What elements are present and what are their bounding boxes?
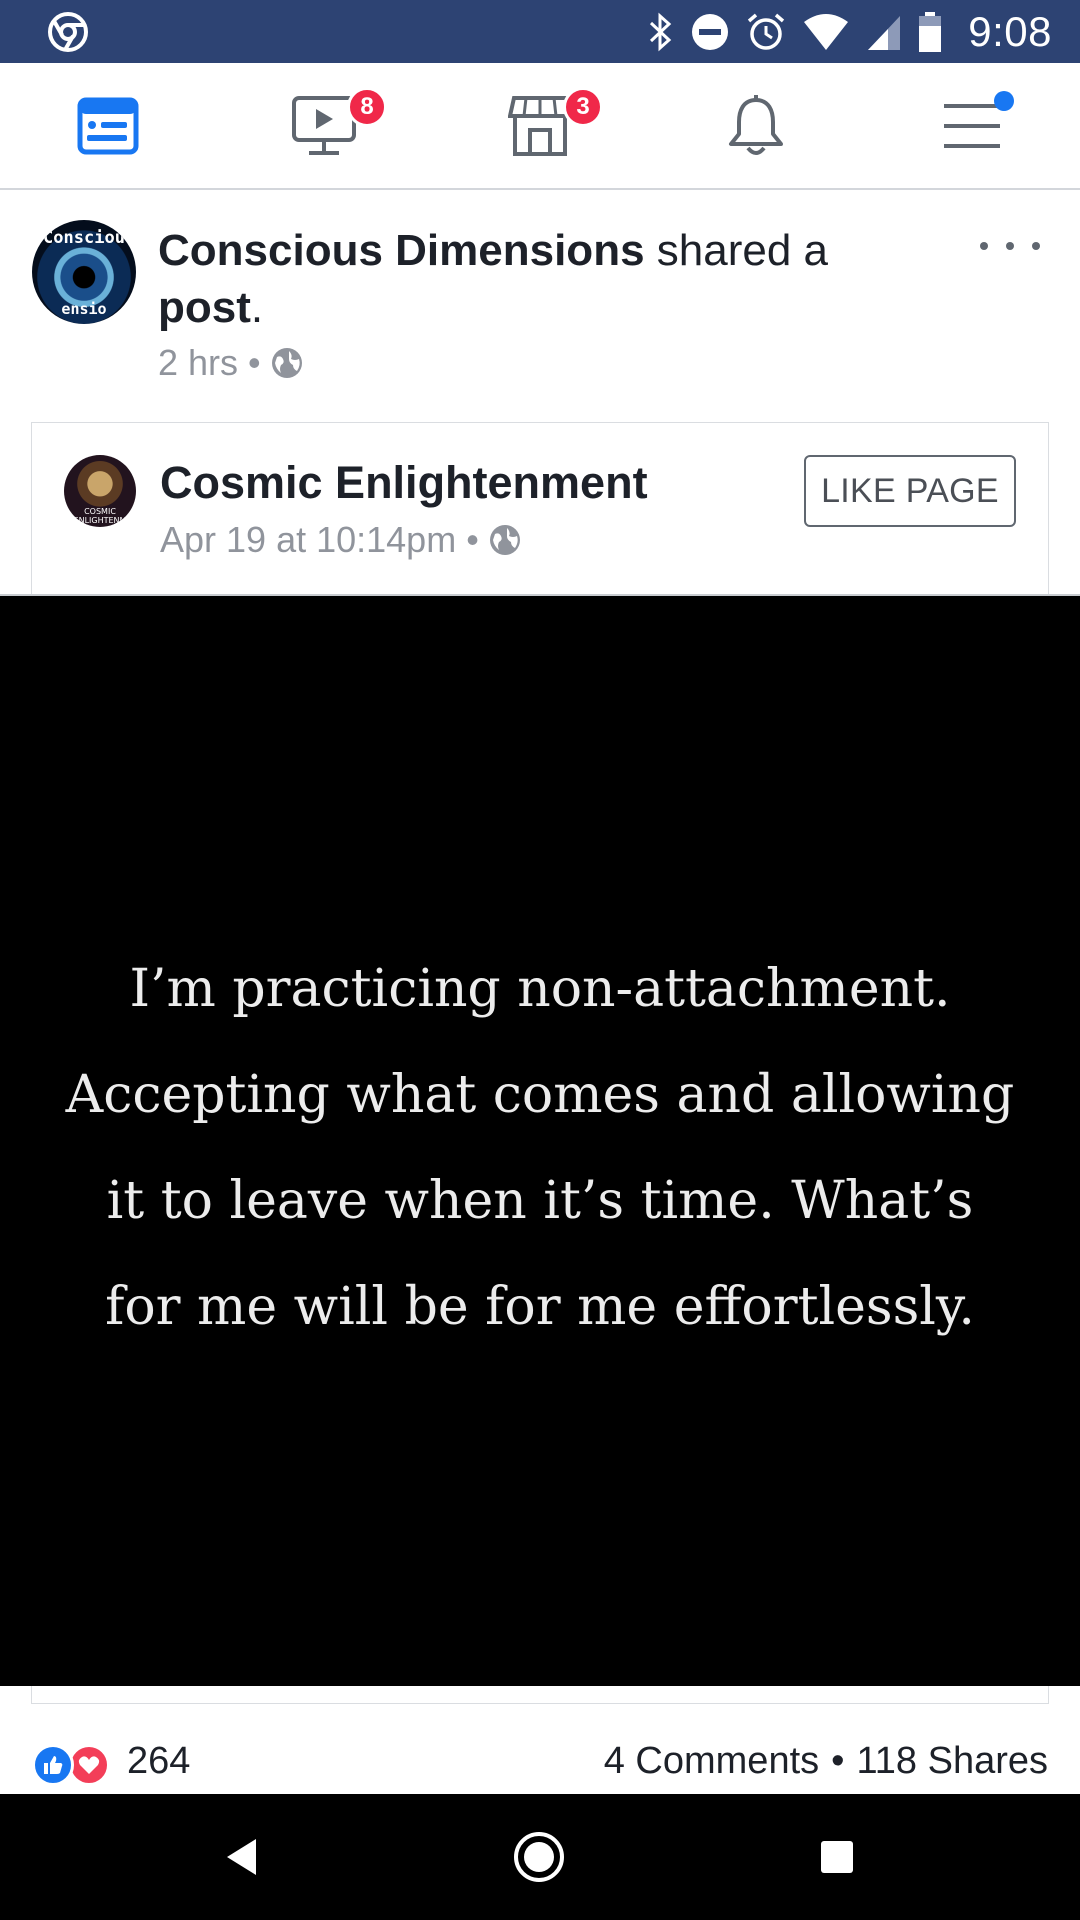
post-time[interactable]: 2 hrs [158, 342, 238, 384]
clock: 9:08 [968, 7, 1052, 55]
comments-count[interactable]: 4 Comments [604, 1740, 819, 1783]
status-bar: 9:08 [0, 0, 1080, 63]
page-name[interactable]: Cosmic Enlightenment [160, 457, 648, 509]
like-page-button[interactable]: LIKE PAGE [804, 455, 1016, 527]
shared-post-date[interactable]: Apr 19 at 10:14pm [160, 519, 456, 561]
meta-separator: • [466, 519, 479, 560]
post-title: Conscious Dimensions shared a post. [158, 222, 898, 336]
heart-icon [78, 1756, 100, 1774]
post-header: Consciou ensio Conscious Dimensions shar… [0, 192, 1080, 422]
quote-line: for me will be for me effortlessly. [105, 1277, 975, 1337]
more-dot-icon [980, 242, 988, 250]
post-punctuation: . [250, 283, 264, 332]
thumbs-up-icon [44, 1756, 63, 1774]
back-icon [227, 1839, 256, 1875]
quote-line: I’m practicing non-attachment. [129, 959, 951, 1019]
more-dot-icon [1032, 242, 1040, 250]
tab-watch[interactable]: 8 [216, 63, 432, 188]
reaction-count[interactable]: 264 [127, 1740, 190, 1783]
avatar[interactable]: Consciou ensio [32, 220, 136, 324]
shared-post-card: COSMIC ENLIGHTENM Cosmic Enlightenment A… [31, 422, 1049, 594]
menu-notification-dot [994, 91, 1014, 111]
page-avatar[interactable]: COSMIC ENLIGHTENM [64, 455, 136, 527]
watch-badge: 8 [347, 87, 387, 127]
news-feed-icon [77, 97, 139, 154]
shared-card-bottom [31, 1686, 1049, 1704]
reaction-icons[interactable] [32, 1744, 110, 1786]
tab-notifications[interactable] [648, 63, 864, 188]
page-avatar-text: COSMIC ENLIGHTENM [73, 507, 127, 525]
more-options-button[interactable] [980, 234, 1040, 258]
home-icon [514, 1832, 564, 1882]
post-author[interactable]: Conscious Dimensions [158, 226, 645, 275]
tab-news-feed[interactable] [0, 63, 216, 188]
quote-line: it to leave when it’s time. What’s [106, 1171, 974, 1231]
post-object-link[interactable]: post [158, 283, 251, 332]
tab-marketplace[interactable]: 3 [432, 63, 648, 188]
post-meta: 2 hrs • [158, 342, 303, 384]
shared-post-meta: Apr 19 at 10:14pm • [160, 519, 521, 561]
chrome-icon [48, 12, 88, 52]
quote-text: I’m practicing non-attachment. Accepting… [20, 936, 1060, 1360]
post-image[interactable]: I’m practicing non-attachment. Accepting… [0, 594, 1080, 1686]
reactions-bar: 264 4 Comments • 118 Shares [0, 1704, 1080, 1794]
more-dot-icon [1006, 242, 1014, 250]
marketplace-badge: 3 [563, 87, 603, 127]
avatar-text: Consciou [43, 228, 125, 248]
bell-icon [729, 94, 783, 155]
recents-button[interactable] [804, 1824, 870, 1890]
love-reaction-icon [68, 1744, 110, 1786]
bluetooth-icon [650, 12, 672, 51]
wifi-icon [804, 13, 849, 50]
do-not-disturb-icon [692, 13, 729, 50]
stats-separator: • [831, 1740, 845, 1782]
hamburger-menu-icon [944, 103, 1000, 148]
avatar-text: ensio [61, 300, 107, 318]
back-button[interactable] [208, 1824, 274, 1890]
like-reaction-icon [32, 1744, 74, 1786]
post-action-text: shared a [644, 226, 829, 275]
system-navigation-bar [0, 1794, 1080, 1920]
signal-icon [868, 15, 901, 50]
tab-menu[interactable] [864, 63, 1080, 188]
shares-count[interactable]: 118 Shares [856, 1740, 1048, 1783]
recents-icon [821, 1841, 853, 1873]
engagement-stats: 4 Comments • 118 Shares [604, 1740, 1048, 1783]
meta-separator: • [248, 342, 261, 383]
alarm-icon [748, 13, 785, 50]
globe-icon [271, 348, 302, 378]
globe-icon [489, 525, 520, 555]
battery-icon [919, 11, 942, 52]
quote-line: Accepting what comes and allowing [65, 1065, 1015, 1125]
home-button[interactable] [506, 1824, 572, 1890]
top-navigation: 8 3 [0, 63, 1080, 190]
